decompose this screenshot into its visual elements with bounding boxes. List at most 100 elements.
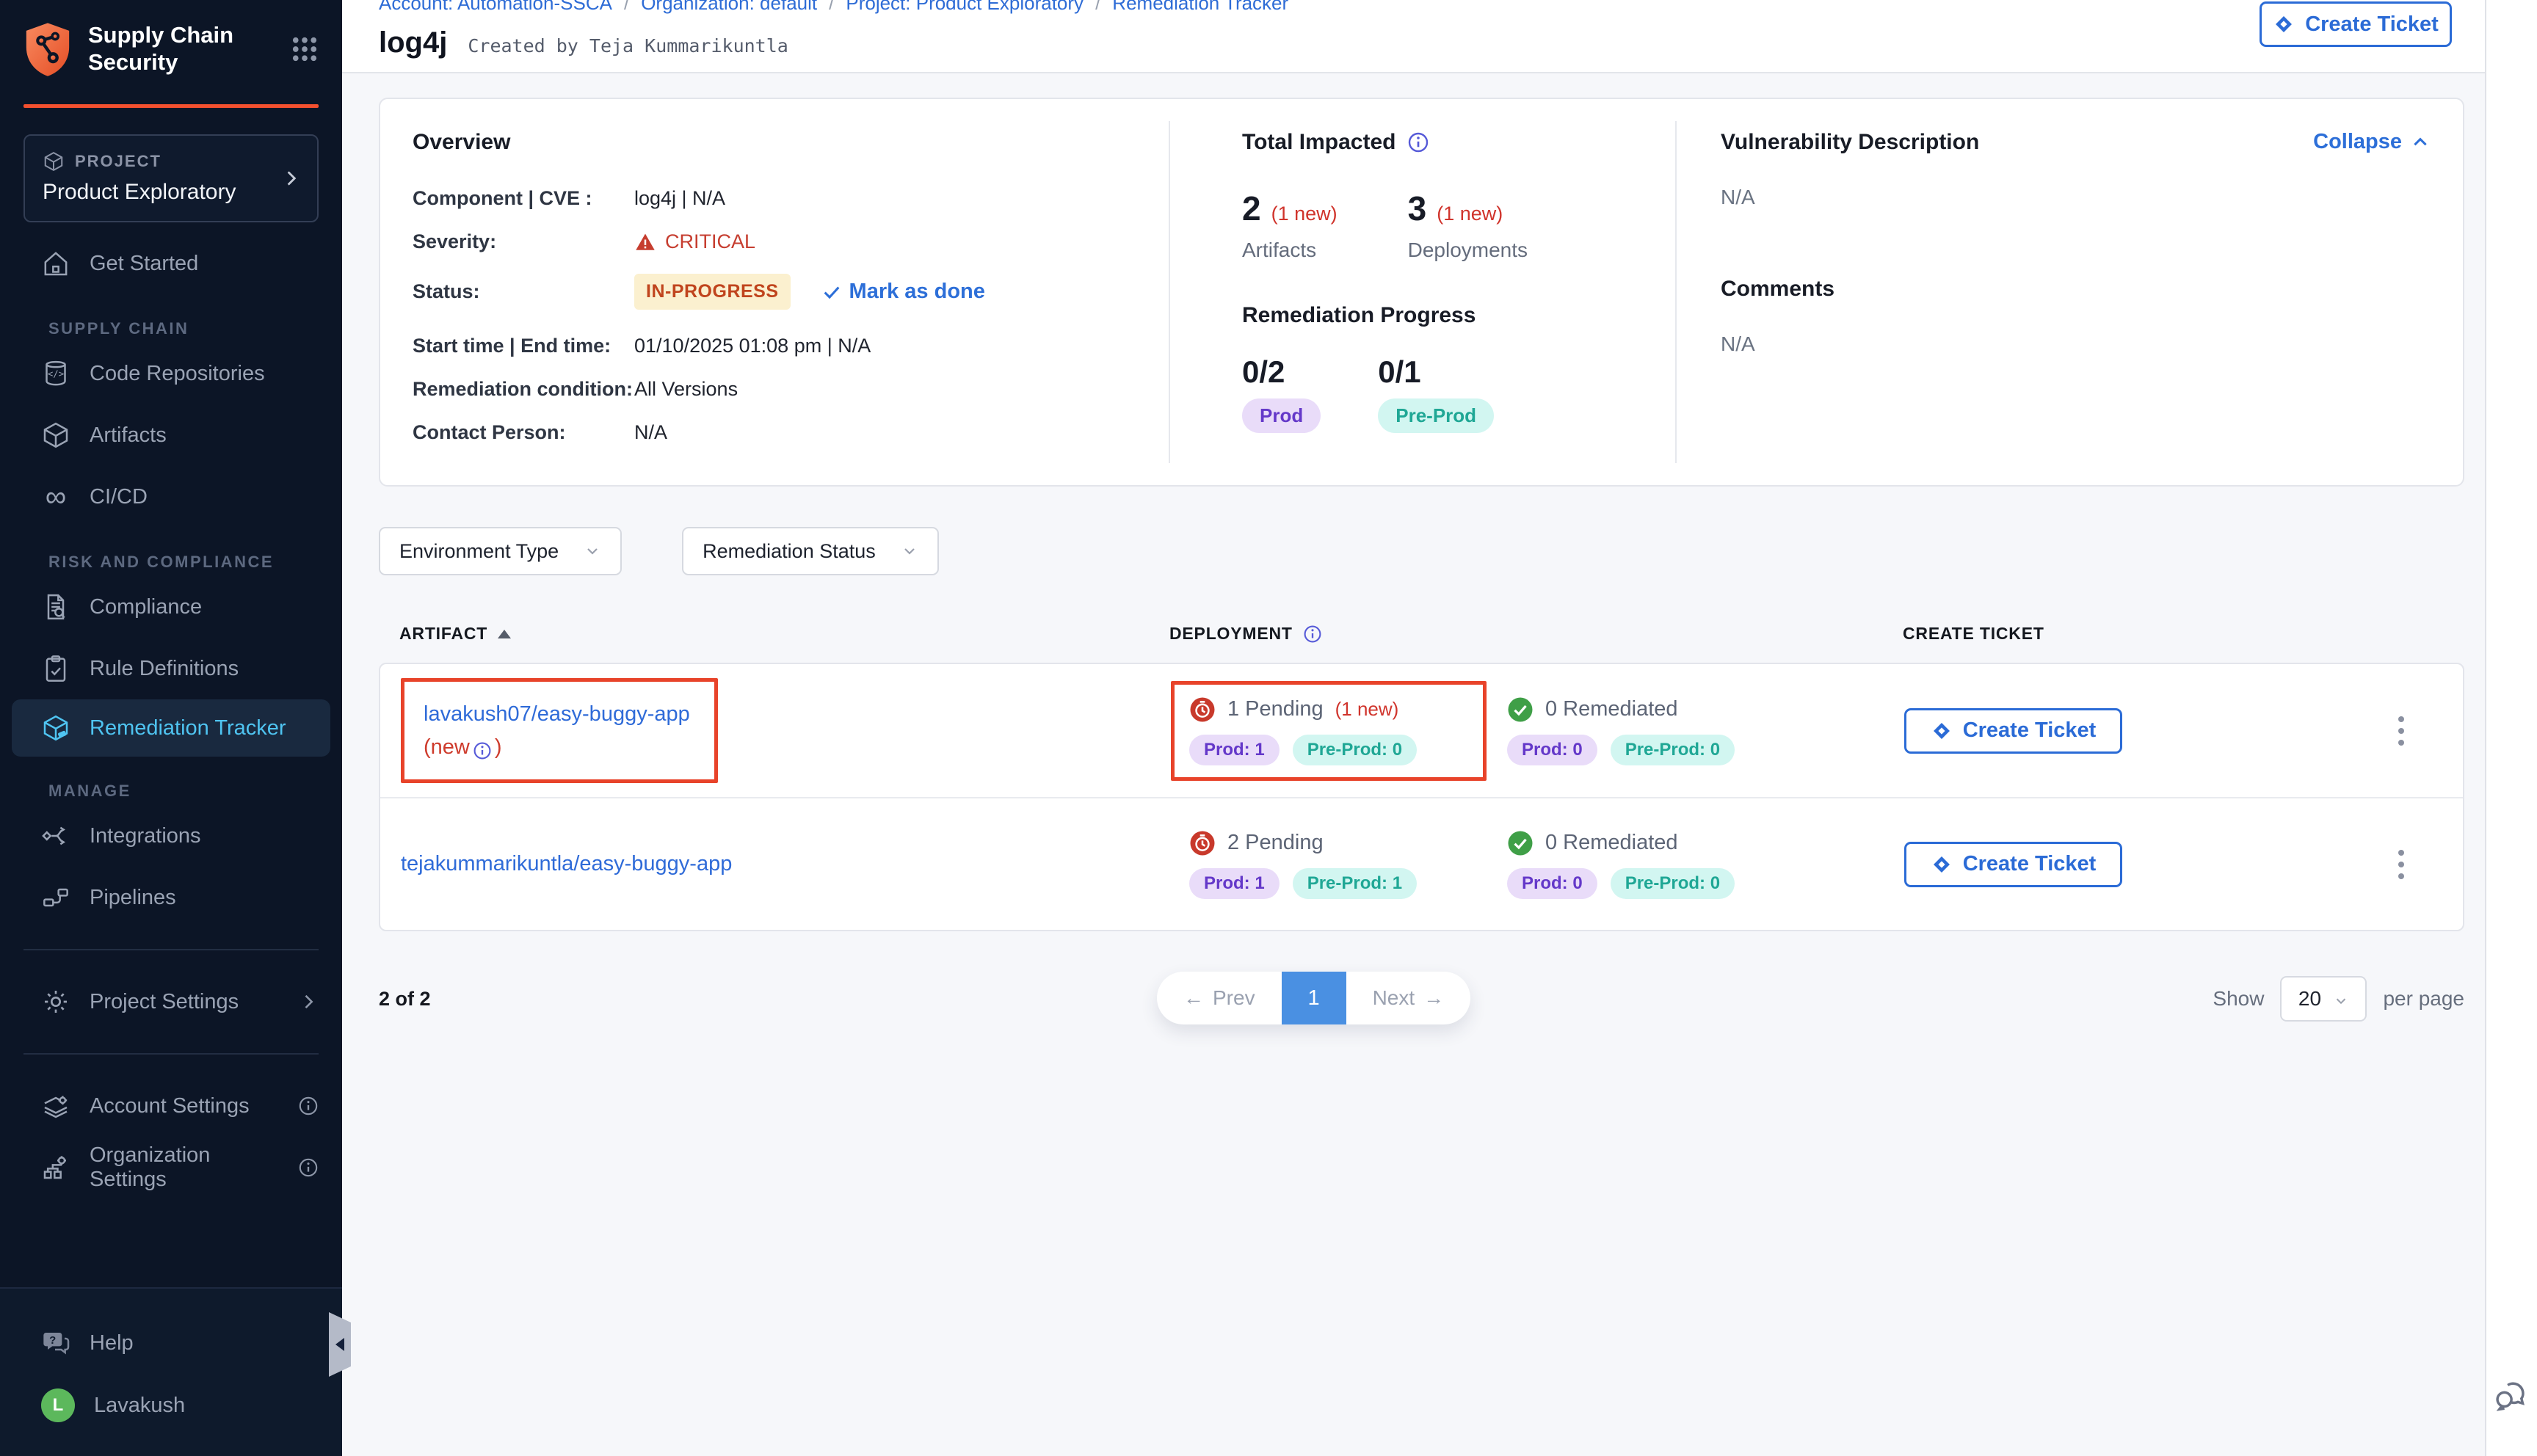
sidebar-item-remediation-tracker[interactable]: Remediation Tracker	[12, 699, 330, 757]
create-ticket-button-row[interactable]: Create Ticket	[1904, 708, 2122, 754]
nav-divider	[23, 1053, 319, 1055]
create-ticket-button-row[interactable]: Create Ticket	[1904, 842, 2122, 887]
breadcrumb-separator: /	[829, 0, 834, 14]
info-icon[interactable]	[1303, 625, 1322, 644]
remediation-status-filter[interactable]: Remediation Status	[682, 527, 939, 575]
time-label: Start time | End time:	[413, 335, 634, 357]
module-grid-icon[interactable]	[289, 34, 320, 65]
breadcrumb-account-link[interactable]: Account: Automation-SSCA	[379, 0, 612, 14]
sort-ascending-icon[interactable]	[498, 630, 511, 638]
remediated-count: 0 Remediated	[1545, 831, 1678, 855]
deployment-cell: 2 Pending Prod: 1 Pre-Prod: 1	[1150, 815, 1487, 914]
sidebar-item-rule-definitions[interactable]: Rule Definitions	[0, 638, 342, 699]
preprod-progress-value: 0/1	[1378, 354, 1494, 390]
pending-timer-icon	[1189, 830, 1216, 856]
deployment-cell: 1 Pending (1 new) Prod: 1 Pre-Prod: 0	[1150, 681, 1487, 781]
sidebar-item-pipelines[interactable]: Pipelines	[0, 867, 342, 928]
impacted-artifacts-label: Artifacts	[1242, 239, 1338, 262]
remediated-check-icon	[1507, 696, 1534, 723]
table-header: ARTIFACT DEPLOYMENT CREATE TICKET	[379, 624, 2464, 663]
project-cube-icon	[43, 150, 65, 172]
component-cve-value: log4j | N/A	[634, 187, 725, 210]
cube-icon	[41, 421, 70, 450]
impacted-deployments-label: Deployments	[1408, 239, 1528, 262]
info-icon[interactable]	[1407, 131, 1429, 153]
sidebar-item-label: Get Started	[90, 252, 198, 276]
support-chat-icon[interactable]	[2493, 1375, 2531, 1413]
contact-person-value: N/A	[634, 421, 667, 444]
project-selector[interactable]: PROJECT Product Exploratory	[23, 134, 319, 222]
artifact-annotation-box: lavakush07/easy-buggy-app (new)	[401, 678, 718, 784]
project-label: PROJECT	[75, 152, 161, 171]
sidebar-item-label: Rule Definitions	[90, 657, 239, 681]
row-actions-menu[interactable]	[2394, 712, 2409, 750]
sidebar-collapse-handle[interactable]	[329, 1312, 351, 1377]
chevron-down-icon	[901, 542, 918, 560]
artifact-link[interactable]: lavakush07/easy-buggy-app	[424, 702, 690, 726]
prev-page-button[interactable]: ← Prev	[1157, 972, 1282, 1024]
next-page-button[interactable]: Next →	[1346, 972, 1471, 1024]
page-subtitle: Created by Teja Kummarikuntla	[468, 35, 788, 57]
chevron-down-icon	[584, 542, 601, 560]
page-title: log4j	[379, 26, 447, 59]
check-icon	[821, 282, 842, 302]
table-row: lavakush07/easy-buggy-app (new) 1 Pendin…	[380, 664, 2463, 797]
row-actions-menu[interactable]	[2394, 845, 2409, 884]
infinity-icon: ∞	[41, 482, 70, 512]
mark-as-done-button[interactable]: Mark as done	[821, 280, 985, 304]
prod-progress-group: 0/2 Prod	[1242, 354, 1321, 433]
code-repository-icon: </>	[41, 359, 70, 388]
clipboard-check-icon	[41, 654, 70, 683]
sidebar-item-get-started[interactable]: Get Started	[0, 233, 342, 294]
user-name: Lavakush	[94, 1394, 185, 1418]
preprod-progress-group: 0/1 Pre-Prod	[1378, 354, 1494, 433]
create-ticket-button-header[interactable]: Create Ticket	[2260, 1, 2452, 47]
document-search-icon	[41, 592, 70, 622]
sidebar-item-integrations[interactable]: Integrations	[0, 805, 342, 867]
artifact-cell: lavakush07/easy-buggy-app (new)	[380, 678, 1150, 784]
sidebar-item-cicd[interactable]: ∞ CI/CD	[0, 466, 342, 528]
status-badge: IN-PROGRESS	[634, 274, 791, 310]
sidebar-item-compliance[interactable]: Compliance	[0, 576, 342, 638]
breadcrumb-separator: /	[624, 0, 629, 14]
sidebar: Supply Chain Security PROJECT Product Ex…	[0, 0, 342, 1456]
pending-count: 1 Pending	[1227, 697, 1324, 721]
breadcrumb-project-link[interactable]: Project: Product Exploratory	[846, 0, 1084, 14]
sidebar-item-help[interactable]: ? Help	[0, 1314, 342, 1372]
sidebar-item-artifacts[interactable]: Artifacts	[0, 404, 342, 466]
details-column: Vulnerability Description Collapse N/A C…	[1677, 99, 2463, 485]
nav-section-supply-chain: SUPPLY CHAIN	[48, 319, 342, 338]
impacted-artifacts-group: 2 (1 new) Artifacts	[1242, 189, 1338, 262]
impacted-deployments-new: (1 new)	[1437, 203, 1503, 225]
severity-value: CRITICAL	[665, 230, 755, 253]
ticket-diamond-icon	[1931, 853, 1953, 876]
prod-badge: Prod	[1242, 398, 1321, 433]
nav-section-manage: MANAGE	[48, 782, 342, 801]
chevron-up-icon	[2411, 133, 2430, 152]
contact-person-label: Contact Person:	[413, 421, 634, 444]
svg-text:?: ?	[49, 1334, 56, 1347]
page-size-select[interactable]: 20	[2280, 976, 2367, 1022]
sidebar-item-project-settings[interactable]: Project Settings	[0, 971, 342, 1033]
preprod-count-badge: Pre-Prod: 0	[1293, 735, 1417, 765]
breadcrumb-organization-link[interactable]: Organization: default	[641, 0, 817, 14]
info-icon[interactable]	[298, 1096, 319, 1116]
sidebar-item-code-repositories[interactable]: </> Code Repositories	[0, 343, 342, 404]
info-icon[interactable]	[473, 738, 492, 757]
sidebar-item-user-profile[interactable]: L Lavakush	[0, 1372, 342, 1438]
artifact-link[interactable]: tejakummarikuntla/easy-buggy-app	[401, 852, 732, 876]
page-number-active[interactable]: 1	[1282, 972, 1346, 1024]
sidebar-item-organization-settings[interactable]: Organization Settings	[0, 1137, 342, 1198]
sidebar-footer: ? Help L Lavakush	[0, 1287, 342, 1456]
sidebar-item-label: Project Settings	[90, 990, 239, 1014]
remediated-check-icon	[1507, 830, 1534, 856]
help-chat-icon: ?	[41, 1328, 70, 1358]
breadcrumb-current-link[interactable]: Remediation Tracker	[1112, 0, 1288, 14]
environment-type-filter[interactable]: Environment Type	[379, 527, 622, 575]
info-icon[interactable]	[298, 1157, 319, 1178]
collapse-button[interactable]: Collapse	[2313, 130, 2430, 154]
impacted-artifacts-new: (1 new)	[1271, 203, 1338, 225]
artifact-cell: tejakummarikuntla/easy-buggy-app	[380, 848, 1150, 881]
prod-count-badge: Prod: 1	[1189, 868, 1280, 899]
sidebar-item-account-settings[interactable]: Account Settings	[0, 1075, 342, 1137]
